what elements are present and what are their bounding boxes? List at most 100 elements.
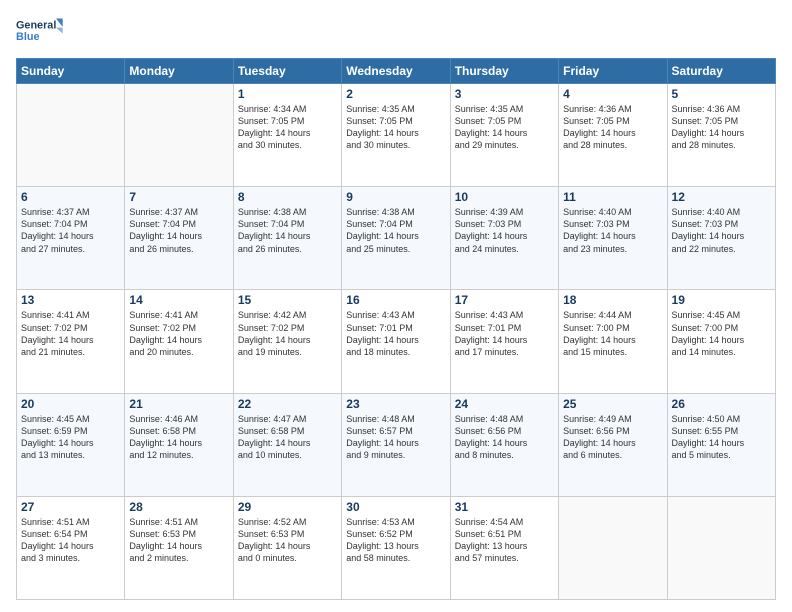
day-number: 31 — [455, 500, 554, 514]
day-number: 20 — [21, 397, 120, 411]
weekday-header: Thursday — [450, 59, 558, 84]
cell-info: Sunrise: 4:35 AM Sunset: 7:05 PM Dayligh… — [455, 103, 554, 152]
cell-info: Sunrise: 4:45 AM Sunset: 6:59 PM Dayligh… — [21, 413, 120, 462]
calendar-week-row: 27 Sunrise: 4:51 AM Sunset: 6:54 PM Dayli… — [17, 496, 776, 599]
cell-info: Sunrise: 4:37 AM Sunset: 7:04 PM Dayligh… — [129, 206, 228, 255]
cell-info: Sunrise: 4:53 AM Sunset: 6:52 PM Dayligh… — [346, 516, 445, 565]
calendar-cell — [559, 496, 667, 599]
cell-info: Sunrise: 4:43 AM Sunset: 7:01 PM Dayligh… — [346, 309, 445, 358]
header: General Blue — [16, 12, 776, 50]
calendar-week-row: 13 Sunrise: 4:41 AM Sunset: 7:02 PM Dayli… — [17, 290, 776, 393]
cell-info: Sunrise: 4:38 AM Sunset: 7:04 PM Dayligh… — [238, 206, 337, 255]
day-number: 22 — [238, 397, 337, 411]
cell-info: Sunrise: 4:44 AM Sunset: 7:00 PM Dayligh… — [563, 309, 662, 358]
calendar-cell: 18 Sunrise: 4:44 AM Sunset: 7:00 PM Dayli… — [559, 290, 667, 393]
day-number: 27 — [21, 500, 120, 514]
day-number: 6 — [21, 190, 120, 204]
calendar-cell: 9 Sunrise: 4:38 AM Sunset: 7:04 PM Daylig… — [342, 187, 450, 290]
calendar-header-row: SundayMondayTuesdayWednesdayThursdayFrid… — [17, 59, 776, 84]
day-number: 24 — [455, 397, 554, 411]
day-number: 28 — [129, 500, 228, 514]
cell-info: Sunrise: 4:45 AM Sunset: 7:00 PM Dayligh… — [672, 309, 771, 358]
svg-text:Blue: Blue — [16, 31, 39, 43]
weekday-header: Friday — [559, 59, 667, 84]
day-number: 9 — [346, 190, 445, 204]
calendar-cell: 28Sunrise: 4:51 AM Sunset: 6:53 PM Dayli… — [125, 496, 233, 599]
cell-info: Sunrise: 4:54 AM Sunset: 6:51 PM Dayligh… — [455, 516, 554, 565]
day-number: 18 — [563, 293, 662, 307]
day-number: 7 — [129, 190, 228, 204]
calendar-cell: 12 Sunrise: 4:40 AM Sunset: 7:03 PM Dayli… — [667, 187, 775, 290]
day-number: 17 — [455, 293, 554, 307]
weekday-header: Monday — [125, 59, 233, 84]
logo: General Blue — [16, 12, 66, 50]
weekday-header: Sunday — [17, 59, 125, 84]
weekday-header: Saturday — [667, 59, 775, 84]
day-number: 23 — [346, 397, 445, 411]
cell-info: Sunrise: 4:39 AM Sunset: 7:03 PM Dayligh… — [455, 206, 554, 255]
day-number: 8 — [238, 190, 337, 204]
calendar-cell — [125, 84, 233, 187]
calendar-cell: 4Sunrise: 4:36 AM Sunset: 7:05 PM Daylig… — [559, 84, 667, 187]
calendar-table: SundayMondayTuesdayWednesdayThursdayFrid… — [16, 58, 776, 600]
calendar-cell: 8 Sunrise: 4:38 AM Sunset: 7:04 PM Daylig… — [233, 187, 341, 290]
day-number: 12 — [672, 190, 771, 204]
day-number: 30 — [346, 500, 445, 514]
calendar-cell: 7 Sunrise: 4:37 AM Sunset: 7:04 PM Daylig… — [125, 187, 233, 290]
calendar-week-row: 1 Sunrise: 4:34 AM Sunset: 7:05 PM Daylig… — [17, 84, 776, 187]
calendar-cell: 26 Sunrise: 4:50 AM Sunset: 6:55 PM Dayli… — [667, 393, 775, 496]
cell-info: Sunrise: 4:49 AM Sunset: 6:56 PM Dayligh… — [563, 413, 662, 462]
day-number: 2 — [346, 87, 445, 101]
cell-info: Sunrise: 4:40 AM Sunset: 7:03 PM Dayligh… — [672, 206, 771, 255]
calendar-cell: 5Sunrise: 4:36 AM Sunset: 7:05 PM Daylig… — [667, 84, 775, 187]
cell-info: Sunrise: 4:48 AM Sunset: 6:56 PM Dayligh… — [455, 413, 554, 462]
day-number: 26 — [672, 397, 771, 411]
cell-info: Sunrise: 4:50 AM Sunset: 6:55 PM Dayligh… — [672, 413, 771, 462]
calendar-cell: 3 Sunrise: 4:35 AM Sunset: 7:05 PM Daylig… — [450, 84, 558, 187]
calendar-cell: 30 Sunrise: 4:53 AM Sunset: 6:52 PM Dayli… — [342, 496, 450, 599]
cell-info: Sunrise: 4:43 AM Sunset: 7:01 PM Dayligh… — [455, 309, 554, 358]
day-number: 25 — [563, 397, 662, 411]
cell-info: Sunrise: 4:34 AM Sunset: 7:05 PM Dayligh… — [238, 103, 337, 152]
calendar-cell: 19Sunrise: 4:45 AM Sunset: 7:00 PM Dayli… — [667, 290, 775, 393]
calendar-cell: 16 Sunrise: 4:43 AM Sunset: 7:01 PM Dayli… — [342, 290, 450, 393]
cell-info: Sunrise: 4:52 AM Sunset: 6:53 PM Dayligh… — [238, 516, 337, 565]
cell-info: Sunrise: 4:41 AM Sunset: 7:02 PM Dayligh… — [21, 309, 120, 358]
calendar-cell: 22 Sunrise: 4:47 AM Sunset: 6:58 PM Dayli… — [233, 393, 341, 496]
calendar-cell: 25 Sunrise: 4:49 AM Sunset: 6:56 PM Dayli… — [559, 393, 667, 496]
day-number: 10 — [455, 190, 554, 204]
cell-info: Sunrise: 4:47 AM Sunset: 6:58 PM Dayligh… — [238, 413, 337, 462]
day-number: 3 — [455, 87, 554, 101]
cell-info: Sunrise: 4:35 AM Sunset: 7:05 PM Dayligh… — [346, 103, 445, 152]
cell-info: Sunrise: 4:48 AM Sunset: 6:57 PM Dayligh… — [346, 413, 445, 462]
svg-text:General: General — [16, 20, 56, 32]
calendar-cell: 31 Sunrise: 4:54 AM Sunset: 6:51 PM Dayli… — [450, 496, 558, 599]
cell-info: Sunrise: 4:46 AM Sunset: 6:58 PM Dayligh… — [129, 413, 228, 462]
calendar-cell: 11 Sunrise: 4:40 AM Sunset: 7:03 PM Dayli… — [559, 187, 667, 290]
calendar-cell — [17, 84, 125, 187]
day-number: 1 — [238, 87, 337, 101]
calendar-cell: 6 Sunrise: 4:37 AM Sunset: 7:04 PM Daylig… — [17, 187, 125, 290]
calendar-cell: 2 Sunrise: 4:35 AM Sunset: 7:05 PM Daylig… — [342, 84, 450, 187]
calendar-cell: 27 Sunrise: 4:51 AM Sunset: 6:54 PM Dayli… — [17, 496, 125, 599]
day-number: 29 — [238, 500, 337, 514]
calendar-cell: 23 Sunrise: 4:48 AM Sunset: 6:57 PM Dayli… — [342, 393, 450, 496]
cell-info: Sunrise: 4:40 AM Sunset: 7:03 PM Dayligh… — [563, 206, 662, 255]
calendar-cell: 15Sunrise: 4:42 AM Sunset: 7:02 PM Dayli… — [233, 290, 341, 393]
day-number: 13 — [21, 293, 120, 307]
cell-info: Sunrise: 4:38 AM Sunset: 7:04 PM Dayligh… — [346, 206, 445, 255]
calendar-week-row: 20 Sunrise: 4:45 AM Sunset: 6:59 PM Dayli… — [17, 393, 776, 496]
calendar-cell: 29 Sunrise: 4:52 AM Sunset: 6:53 PM Dayli… — [233, 496, 341, 599]
calendar-cell: 14Sunrise: 4:41 AM Sunset: 7:02 PM Dayli… — [125, 290, 233, 393]
page: General Blue SundayMondayTuesdayWednesda… — [0, 0, 792, 612]
cell-info: Sunrise: 4:51 AM Sunset: 6:54 PM Dayligh… — [21, 516, 120, 565]
day-number: 16 — [346, 293, 445, 307]
cell-info: Sunrise: 4:37 AM Sunset: 7:04 PM Dayligh… — [21, 206, 120, 255]
cell-info: Sunrise: 4:36 AM Sunset: 7:05 PM Dayligh… — [563, 103, 662, 152]
calendar-cell: 10 Sunrise: 4:39 AM Sunset: 7:03 PM Dayli… — [450, 187, 558, 290]
calendar-cell — [667, 496, 775, 599]
day-number: 11 — [563, 190, 662, 204]
calendar-cell: 21Sunrise: 4:46 AM Sunset: 6:58 PM Dayli… — [125, 393, 233, 496]
calendar-cell: 1 Sunrise: 4:34 AM Sunset: 7:05 PM Daylig… — [233, 84, 341, 187]
cell-info: Sunrise: 4:42 AM Sunset: 7:02 PM Dayligh… — [238, 309, 337, 358]
